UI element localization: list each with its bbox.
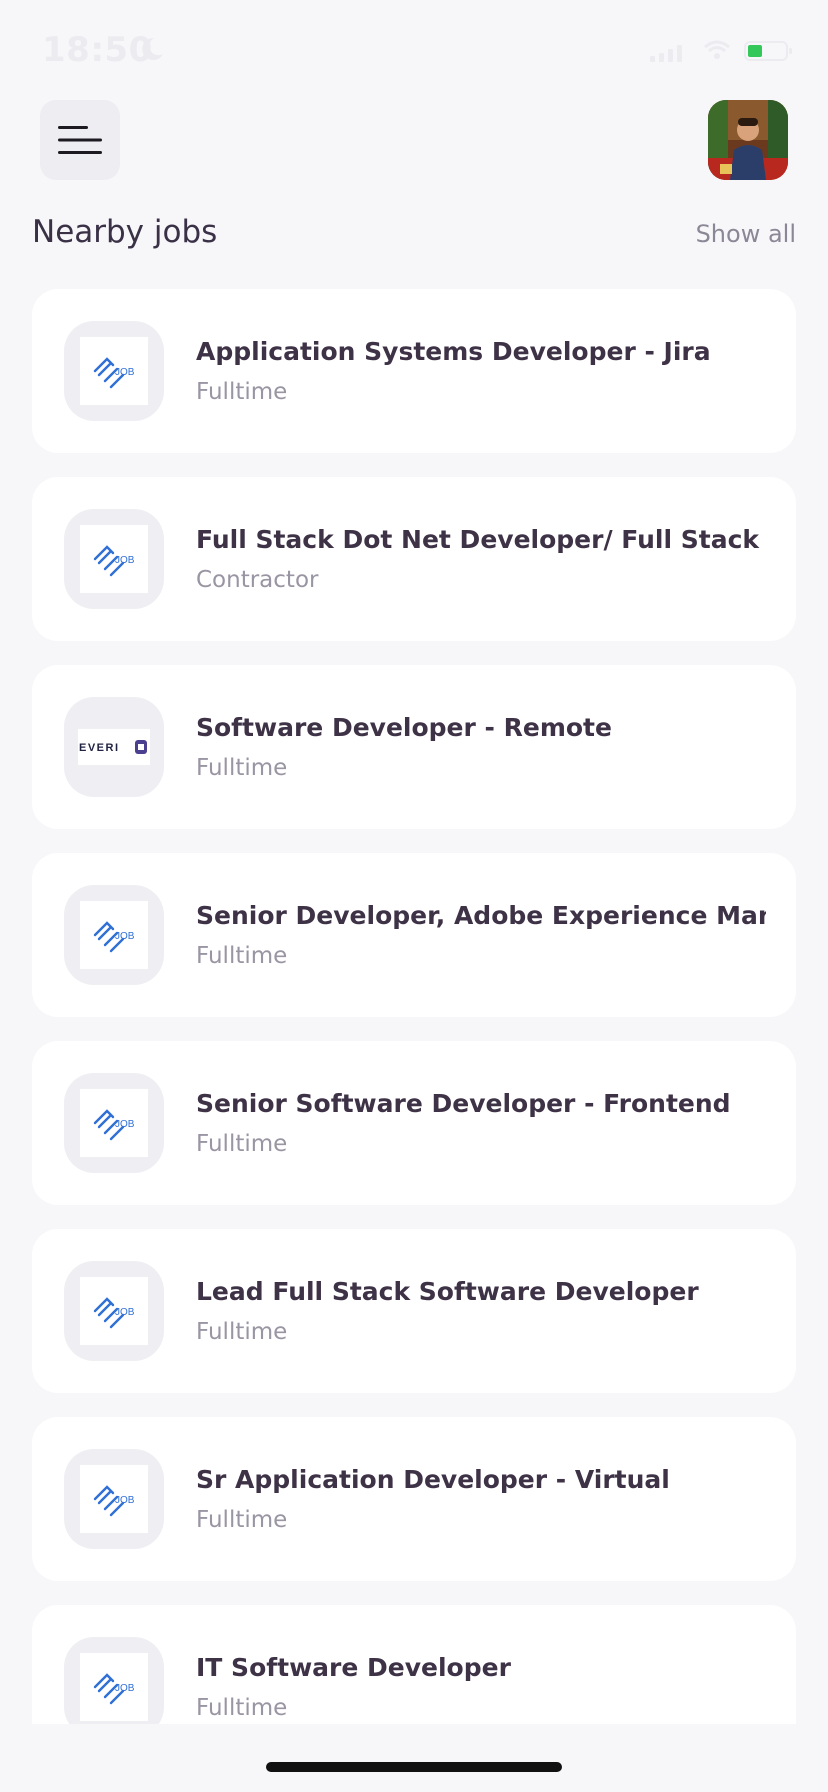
job-logo-icon: JOB — [93, 1485, 135, 1517]
svg-text:JOB: JOB — [115, 555, 135, 566]
job-title: Application Systems Developer - Jira — [196, 337, 711, 366]
user-avatar-photo — [708, 100, 788, 180]
job-title: IT Software Developer — [196, 1653, 511, 1682]
menu-button[interactable] — [40, 100, 120, 180]
job-title: Senior Developer, Adobe Experience Man..… — [196, 901, 766, 930]
job-type: Contractor — [196, 567, 319, 593]
job-card[interactable]: EVERI Software Developer - Remote Fullti… — [32, 665, 796, 829]
wifi-icon — [704, 40, 730, 59]
job-card[interactable]: JOB Lead Full Stack Software Developer F… — [32, 1229, 796, 1393]
svg-text:EVERI: EVERI — [79, 742, 120, 754]
job-logo-icon: JOB — [93, 1109, 135, 1141]
avatar[interactable] — [708, 100, 788, 180]
svg-text:JOB: JOB — [115, 1495, 135, 1506]
job-type: Fulltime — [196, 1695, 288, 1721]
job-title: Senior Software Developer - Frontend — [196, 1089, 731, 1118]
job-type: Fulltime — [196, 1131, 288, 1157]
company-logo: JOB — [64, 1637, 164, 1724]
job-title: Full Stack Dot Net Developer/ Full Stack… — [196, 525, 766, 554]
job-type: Fulltime — [196, 379, 288, 405]
job-type: Fulltime — [196, 755, 288, 781]
svg-text:JOB: JOB — [115, 1119, 135, 1130]
job-card[interactable]: JOB Senior Software Developer - Frontend… — [32, 1041, 796, 1205]
company-logo: JOB — [64, 1261, 164, 1361]
job-title: Lead Full Stack Software Developer — [196, 1277, 699, 1306]
job-logo-icon: JOB — [93, 357, 135, 389]
job-card[interactable]: JOB Senior Developer, Adobe Experience M… — [32, 853, 796, 1017]
job-list: JOB Application Systems Developer - Jira… — [32, 289, 796, 1724]
section-title: Nearby jobs — [32, 214, 218, 250]
company-logo: JOB — [64, 509, 164, 609]
battery-icon — [744, 41, 792, 61]
hamburger-menu-icon — [58, 126, 102, 154]
company-logo: JOB — [64, 1449, 164, 1549]
company-logo: EVERI — [64, 697, 164, 797]
company-logo: JOB — [64, 321, 164, 421]
moon-icon — [142, 37, 163, 60]
job-type: Fulltime — [196, 943, 288, 969]
company-logo: JOB — [64, 885, 164, 985]
everi-logo-icon: EVERI — [79, 740, 147, 754]
job-card[interactable]: JOB IT Software Developer Fulltime — [32, 1605, 796, 1724]
job-type: Fulltime — [196, 1319, 288, 1345]
status-bar: 18:50 — [0, 0, 828, 100]
job-logo-icon: JOB — [93, 545, 135, 577]
job-title: Software Developer - Remote — [196, 713, 612, 742]
company-logo: JOB — [64, 1073, 164, 1173]
job-title: Sr Application Developer - Virtual — [196, 1465, 670, 1494]
home-indicator[interactable] — [266, 1762, 562, 1772]
job-logo-icon: JOB — [93, 1297, 135, 1329]
svg-text:JOB: JOB — [115, 931, 135, 942]
cellular-signal-icon — [650, 45, 682, 62]
job-card[interactable]: JOB Full Stack Dot Net Developer/ Full S… — [32, 477, 796, 641]
svg-text:JOB: JOB — [115, 1307, 135, 1318]
job-logo-icon: JOB — [93, 1673, 135, 1705]
job-card[interactable]: JOB Application Systems Developer - Jira… — [32, 289, 796, 453]
svg-text:JOB: JOB — [115, 1683, 135, 1694]
job-card[interactable]: JOB Sr Application Developer - Virtual F… — [32, 1417, 796, 1581]
svg-text:JOB: JOB — [115, 367, 135, 378]
job-logo-icon: JOB — [93, 921, 135, 953]
job-type: Fulltime — [196, 1507, 288, 1533]
show-all-link[interactable]: Show all — [696, 220, 796, 248]
